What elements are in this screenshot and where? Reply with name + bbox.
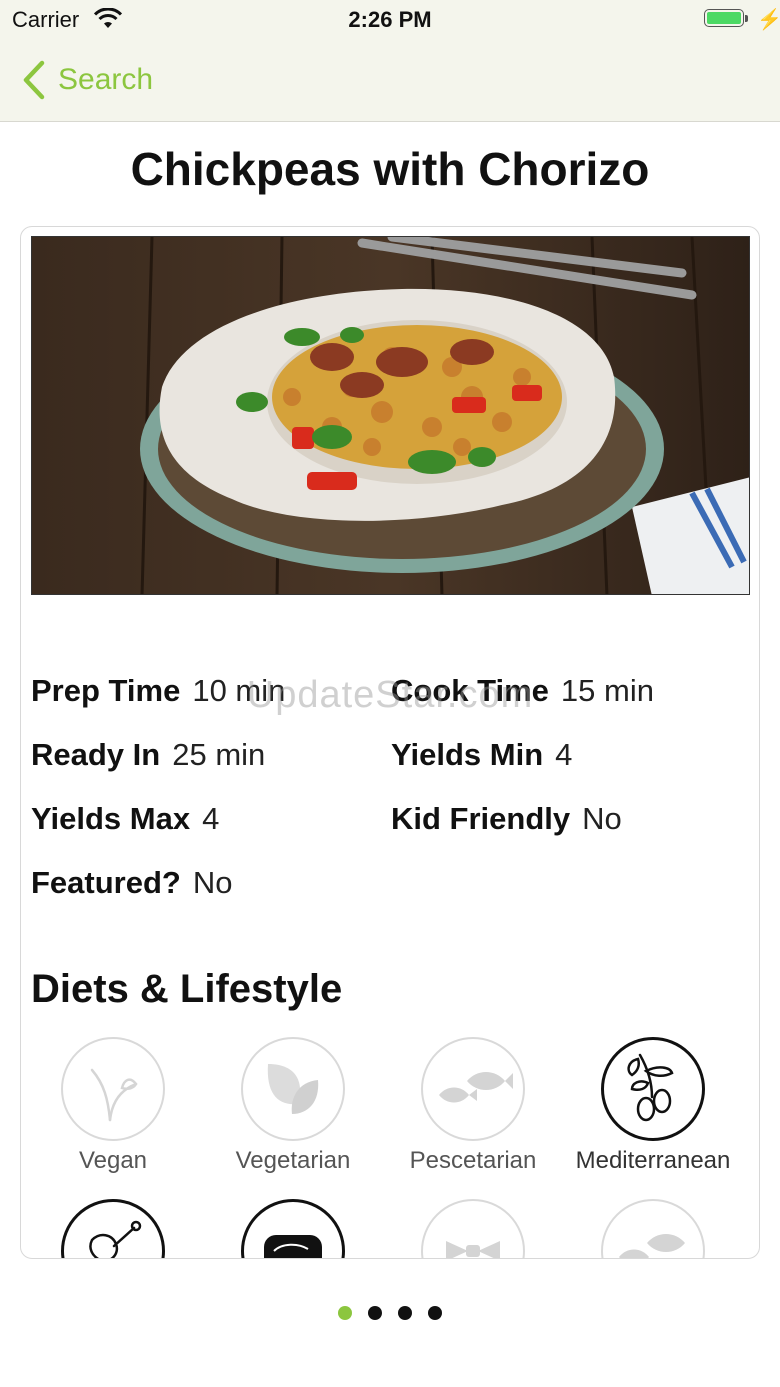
fact-label: Ready In [31,737,161,772]
navigation-bar: Search [0,40,780,122]
diet-item-7[interactable] [383,1199,563,1258]
fact-yields-max: Yields Max 4 [31,801,219,837]
recipe-card[interactable]: Prep Time 10 min Cook Time 15 min Ready In… [20,226,760,1259]
diets-section-title: Diets & Lifestyle [31,967,343,1011]
fact-featured: Featured? No [31,865,233,901]
diet-label: Pescetarian [409,1147,537,1174]
recipe-photo [31,236,750,595]
page-dot-1[interactable] [338,1306,352,1320]
sprout-icon [90,1068,138,1122]
back-button-label: Search [58,63,154,96]
fish-icon [439,1072,513,1103]
diet-item-6[interactable] [203,1199,383,1258]
diet-label: Vegan [78,1147,148,1174]
steak-icon [264,1235,322,1258]
page-dot-4[interactable] [428,1306,442,1320]
fact-value: No [582,801,622,836]
fact-ready-in: Ready In 25 min [31,737,265,773]
diet-vegan[interactable]: Vegan [23,1037,203,1175]
clock: 2:26 PM [348,7,432,32]
watermark: UpdateStar.com [246,674,534,716]
back-button[interactable]: Search [22,58,153,102]
fact-value: 25 min [172,737,266,772]
fact-value: 4 [202,801,220,836]
fact-label: Yields Min [391,737,544,772]
page-indicator[interactable] [0,1306,780,1320]
olive-branch-icon [627,1053,674,1122]
diet-label: Vegetarian [235,1147,351,1174]
page-dot-2[interactable] [368,1306,382,1320]
fact-kid-friendly: Kid Friendly No [391,801,622,837]
diet-label: Mediterranean [575,1147,731,1174]
diet-vegetarian[interactable]: Vegetarian [203,1037,383,1175]
leaves-icon [267,1064,319,1114]
charging-icon: ⚡ [757,9,780,31]
diet-pescetarian[interactable]: Pescetarian [383,1037,563,1175]
chicken-leg-icon [89,1220,142,1258]
chevron-left-icon [23,60,45,100]
fact-label: Yields Max [31,801,191,836]
status-bar: Carrier 2:26 PM ⚡ [0,0,780,40]
pasta-icon [446,1241,500,1258]
fact-value: No [192,865,233,900]
recipe-title: Chickpeas with Chorizo [130,143,650,195]
battery-icon [704,9,748,29]
fact-yields-min: Yields Min 4 [391,737,572,773]
diet-item-8[interactable] [563,1199,743,1258]
fact-label: Kid Friendly [391,801,571,836]
diet-item-5[interactable] [23,1199,203,1258]
fish-icon [619,1234,685,1258]
fact-value: 4 [555,737,573,772]
diet-mediterranean[interactable]: Mediterranean [563,1037,743,1175]
page-dot-3[interactable] [398,1306,412,1320]
fact-label: Featured? [31,865,181,900]
